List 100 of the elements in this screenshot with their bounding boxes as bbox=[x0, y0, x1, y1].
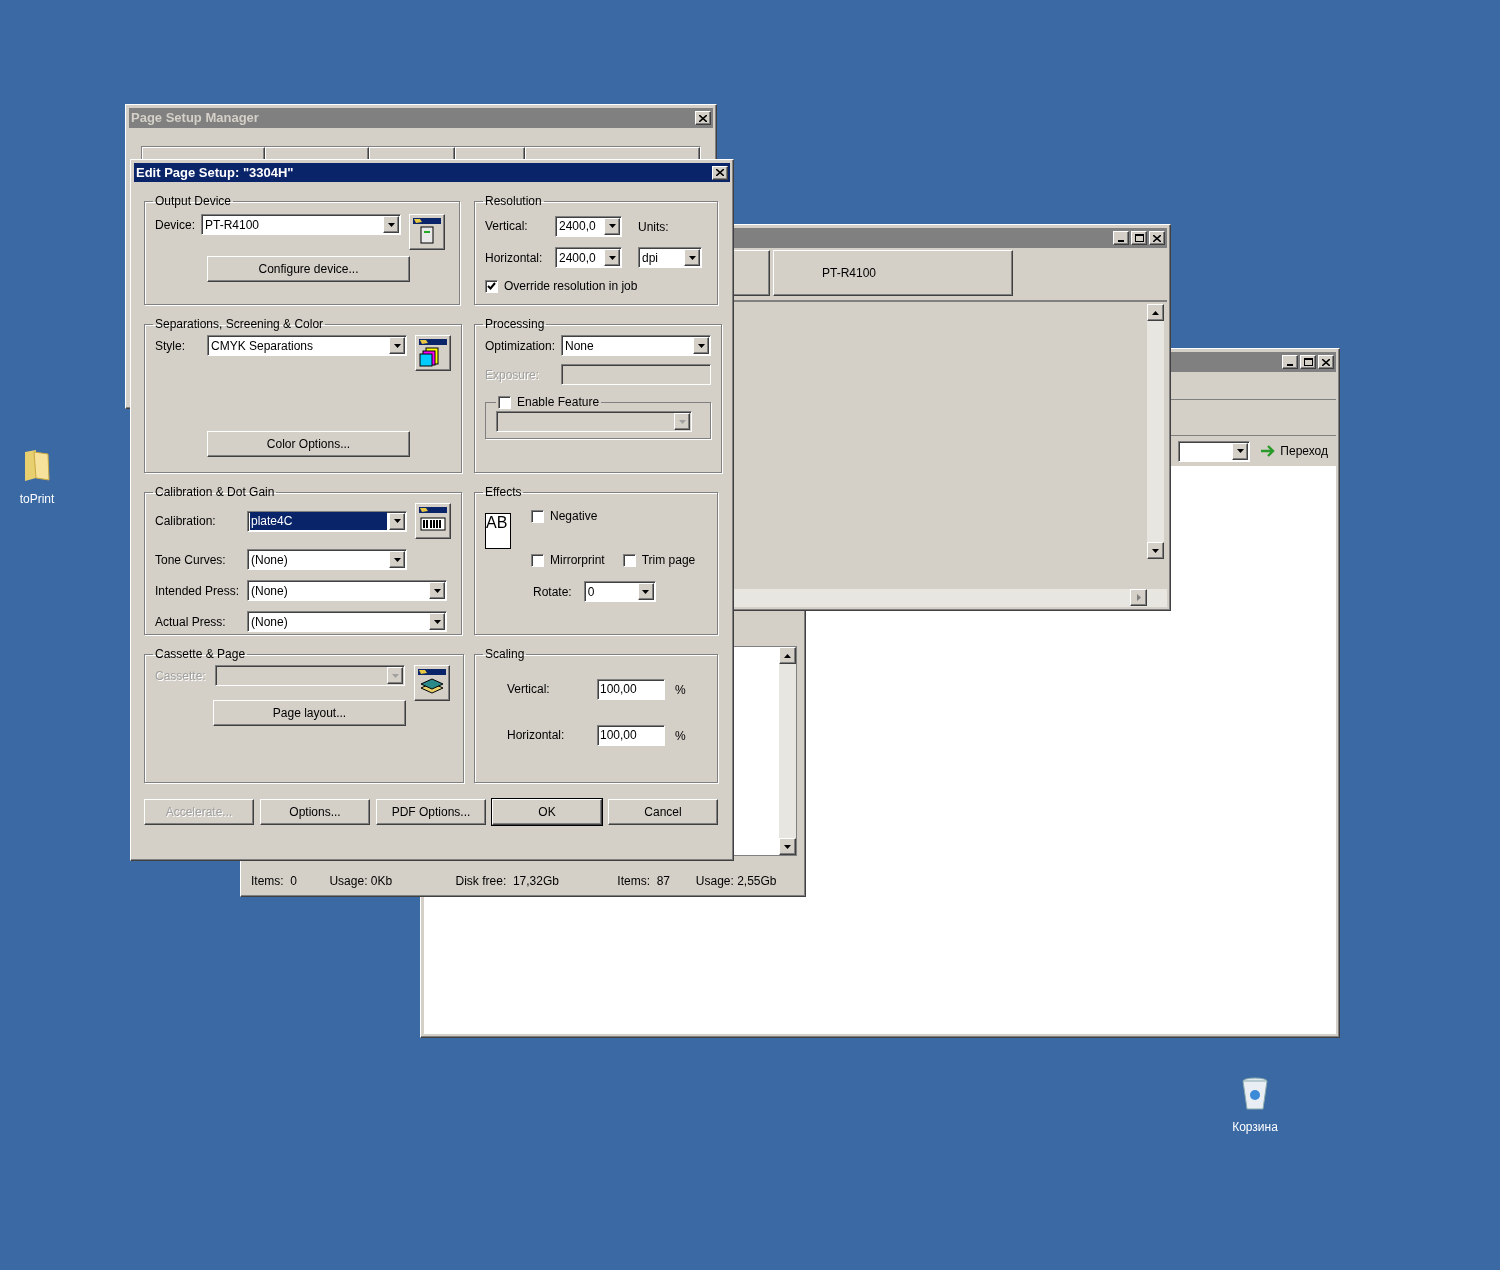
dropdown-button[interactable] bbox=[389, 337, 405, 354]
group-title: Resolution bbox=[484, 193, 543, 210]
status-text: Usage: 2,55Gb bbox=[695, 873, 778, 890]
dialog-button[interactable]: Color Options... bbox=[207, 431, 410, 457]
desktop-icon-label[interactable]: toPrint bbox=[19, 490, 55, 508]
down-arrow-icon bbox=[688, 255, 696, 260]
horizontal-scale-field[interactable]: 100,00 bbox=[597, 724, 665, 746]
maximize-button[interactable] bbox=[1131, 231, 1147, 245]
feature-dropdown[interactable] bbox=[496, 411, 692, 432]
field-label: % bbox=[675, 683, 686, 697]
color-settings-button[interactable] bbox=[415, 335, 451, 371]
units-dropdown[interactable]: dpi bbox=[638, 247, 702, 268]
dropdown-button[interactable] bbox=[674, 413, 690, 430]
down-arrow-icon bbox=[642, 589, 650, 594]
dialog-button[interactable]: OK bbox=[492, 799, 602, 825]
down-arrow-icon bbox=[608, 224, 616, 228]
combo-value: (None) bbox=[250, 582, 289, 600]
dropdown-button[interactable] bbox=[684, 249, 700, 266]
field-label: Rotate: bbox=[533, 583, 572, 601]
status-text: Items: 0 bbox=[251, 873, 298, 890]
calibration-dropdown[interactable]: plate4C bbox=[247, 510, 407, 532]
field-label: % bbox=[675, 729, 686, 743]
checkbox-label: Enable Feature bbox=[517, 394, 600, 411]
down-arrow-icon bbox=[784, 844, 791, 849]
close-button[interactable] bbox=[695, 111, 711, 125]
horizontal-resolution-dropdown[interactable]: 2400,0 bbox=[555, 247, 622, 268]
field-label: Actual Press: bbox=[155, 613, 227, 631]
dropdown-button[interactable] bbox=[1232, 442, 1249, 460]
page-preview: AB bbox=[485, 513, 511, 549]
minimize-button[interactable] bbox=[1113, 231, 1129, 245]
dropdown-button[interactable] bbox=[429, 613, 445, 630]
right-arrow-icon bbox=[1136, 594, 1141, 601]
checkbox[interactable] bbox=[531, 509, 544, 523]
dropdown-button[interactable] bbox=[637, 583, 654, 600]
combo-value: 2400,0 bbox=[558, 249, 597, 267]
down-arrow-icon bbox=[391, 673, 399, 678]
device-icon bbox=[412, 217, 442, 247]
checkbox[interactable] bbox=[622, 553, 636, 567]
style-dropdown[interactable]: CMYK Separations bbox=[207, 335, 407, 356]
maximize-button[interactable] bbox=[1300, 355, 1316, 369]
vertical-resolution-dropdown[interactable]: 2400,0 bbox=[555, 215, 622, 237]
field-label: Vertical: bbox=[485, 218, 529, 235]
close-button[interactable] bbox=[1318, 355, 1334, 369]
optimization-dropdown[interactable]: None bbox=[561, 335, 711, 356]
dropdown-button[interactable] bbox=[604, 249, 620, 266]
calibration-settings-button[interactable] bbox=[415, 503, 451, 539]
calibration-dropdown[interactable]: (None) bbox=[247, 580, 447, 601]
dialog-button[interactable]: PDF Options... bbox=[376, 799, 486, 825]
dropdown-button[interactable] bbox=[604, 217, 620, 235]
dropdown-button[interactable] bbox=[389, 551, 405, 568]
down-arrow-icon bbox=[433, 619, 441, 624]
dropdown-button[interactable] bbox=[383, 216, 399, 233]
checkbox-label: Override resolution in job bbox=[504, 278, 638, 295]
dialog-button[interactable]: Options... bbox=[260, 799, 370, 825]
dropdown-button[interactable] bbox=[429, 582, 445, 599]
dropdown-button[interactable] bbox=[693, 337, 709, 354]
device-dropdown[interactable]: PT-R4100 bbox=[201, 214, 401, 235]
dropdown-button[interactable] bbox=[389, 512, 405, 530]
calibration-dropdown[interactable]: (None) bbox=[247, 611, 447, 632]
status-text: Disk free: 17,32Gb bbox=[455, 873, 560, 890]
field-label: Calibration: bbox=[155, 513, 217, 530]
calibration-dropdown[interactable]: (None) bbox=[247, 549, 407, 570]
down-arrow-icon bbox=[393, 343, 401, 348]
close-icon bbox=[1153, 234, 1161, 242]
combo-value: None bbox=[564, 337, 595, 355]
dialog-button[interactable]: Cancel bbox=[608, 799, 718, 825]
device-cell: PT-R4100 bbox=[773, 250, 1013, 296]
group-title: Cassette & Page bbox=[154, 646, 247, 663]
dialog-button[interactable]: Configure device... bbox=[207, 256, 410, 282]
down-arrow-icon bbox=[678, 419, 686, 424]
group-title: Processing bbox=[484, 316, 546, 333]
address-field[interactable] bbox=[1178, 440, 1251, 462]
scrollbar[interactable] bbox=[1147, 304, 1164, 559]
down-arrow-icon bbox=[433, 588, 441, 593]
close-icon bbox=[699, 114, 707, 122]
close-button[interactable] bbox=[712, 165, 728, 180]
field-label: Style: bbox=[155, 337, 186, 355]
field-label: Units: bbox=[638, 220, 669, 234]
combo-value: 2400,0 bbox=[558, 218, 597, 235]
down-arrow-icon bbox=[387, 222, 395, 227]
rotate-dropdown[interactable]: 0 bbox=[583, 581, 656, 602]
recycle-bin-icon bbox=[1240, 1076, 1270, 1112]
scrollbar[interactable] bbox=[779, 647, 796, 855]
down-arrow-icon bbox=[697, 343, 705, 348]
checkbox[interactable] bbox=[531, 553, 544, 567]
device-settings-button[interactable] bbox=[409, 214, 445, 250]
field-label: Horizontal: bbox=[507, 727, 566, 744]
page-settings-button[interactable] bbox=[414, 665, 450, 701]
check-icon bbox=[487, 282, 496, 290]
checkbox[interactable] bbox=[498, 395, 511, 409]
desktop-icon-label[interactable]: Корзина bbox=[1232, 1118, 1278, 1136]
vertical-scale-field[interactable]: 100,00 bbox=[597, 678, 665, 700]
group-title: Calibration & Dot Gain bbox=[154, 484, 276, 501]
down-arrow-icon bbox=[1236, 449, 1244, 453]
minimize-button[interactable] bbox=[1282, 355, 1298, 369]
close-button[interactable] bbox=[1149, 231, 1165, 245]
group-title: Scaling bbox=[484, 646, 526, 663]
checkbox[interactable] bbox=[485, 279, 498, 293]
window-title: Edit Page Setup: "3304H" bbox=[136, 163, 294, 182]
combo-value: (None) bbox=[250, 551, 289, 569]
